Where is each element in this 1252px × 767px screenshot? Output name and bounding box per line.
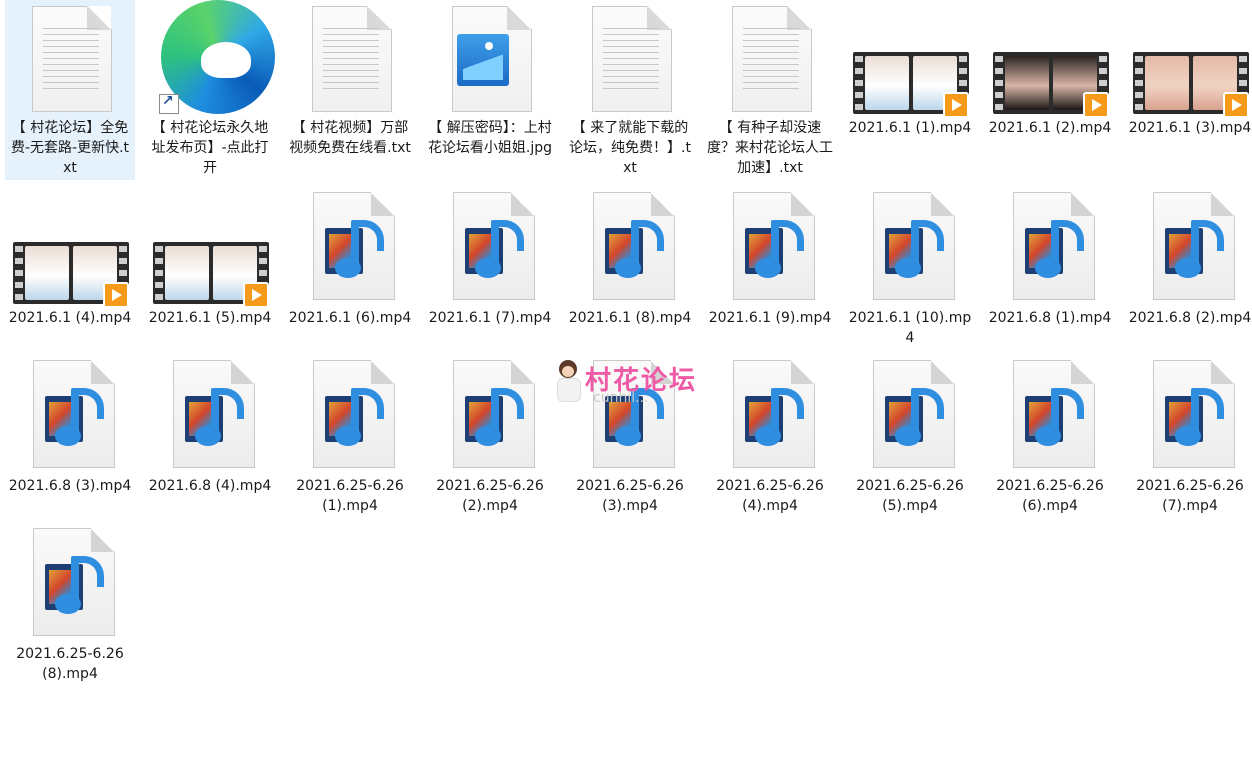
file-name-label: 2021.6.25-6.26 (6).mp4 <box>996 478 1104 514</box>
media-file-icon <box>5 526 135 636</box>
file-item[interactable]: 【 来了就能下载的论坛，纯免费！】.txt <box>565 0 695 180</box>
file-item[interactable]: 2021.6.25-6.26 (6).mp4 <box>985 358 1115 538</box>
text-file-icon <box>565 0 695 112</box>
file-item[interactable]: 2021.6.1 (8).mp4 <box>565 190 695 370</box>
file-item[interactable]: 2021.6.25-6.26 (4).mp4 <box>705 358 835 538</box>
watermark-mascot-icon <box>553 360 583 408</box>
file-name-label: 2021.6.1 (6).mp4 <box>288 310 412 326</box>
media-file-icon <box>705 358 835 468</box>
file-name-label: 【 村花论坛永久地址发布页】-点此打开 <box>151 120 269 176</box>
file-item[interactable]: 2021.6.8 (4).mp4 <box>145 358 275 538</box>
file-name-label: 【 村花论坛】全免费-无套路-更新快.txt <box>10 120 130 176</box>
watermark-url: cunhil... <box>593 390 649 406</box>
media-file-icon <box>985 358 1115 468</box>
media-file-icon <box>1125 358 1252 468</box>
file-item[interactable]: 2021.6.1 (4).mp4 <box>5 190 135 370</box>
file-item[interactable]: 2021.6.1 (9).mp4 <box>705 190 835 370</box>
file-name-label: 2021.6.1 (5).mp4 <box>148 310 272 326</box>
file-item[interactable]: 2021.6.1 (1).mp4 <box>845 0 975 180</box>
video-thumbnail-icon <box>845 0 975 118</box>
video-thumbnail-icon <box>1125 0 1252 118</box>
text-file-icon <box>705 0 835 112</box>
file-name-label: 【 有种子却没速度？来村花论坛人工加速】.txt <box>707 120 833 176</box>
file-name-label: 2021.6.25-6.26 (4).mp4 <box>716 478 824 514</box>
file-name-label: 2021.6.1 (4).mp4 <box>8 310 132 326</box>
file-name-label: 2021.6.25-6.26 (1).mp4 <box>296 478 404 514</box>
file-item[interactable]: 2021.6.25-6.26 (8).mp4 <box>5 526 135 706</box>
file-name-label: 2021.6.1 (9).mp4 <box>708 310 832 326</box>
file-name-label: 2021.6.8 (4).mp4 <box>148 478 272 494</box>
media-file-icon <box>565 190 695 300</box>
file-item[interactable]: 2021.6.25-6.26 (7).mp4 <box>1125 358 1252 538</box>
file-name-label: 2021.6.25-6.26 (5).mp4 <box>856 478 964 514</box>
watermark: 村花论坛 cunhil... <box>553 360 723 410</box>
file-name-label: 2021.6.25-6.26 (3).mp4 <box>576 478 684 514</box>
file-name-label: 2021.6.25-6.26 (2).mp4 <box>436 478 544 514</box>
media-file-icon <box>285 358 415 468</box>
file-item[interactable]: 2021.6.8 (3).mp4 <box>5 358 135 538</box>
file-name-label: 2021.6.1 (2).mp4 <box>988 120 1112 136</box>
file-name-label: 2021.6.8 (2).mp4 <box>1128 310 1252 326</box>
file-item[interactable]: 【 村花视频】万部视频免费在线看.txt <box>285 0 415 180</box>
media-file-icon <box>145 358 275 468</box>
file-name-label: 2021.6.25-6.26 (8).mp4 <box>16 646 124 682</box>
file-item[interactable]: 【 村花论坛】全免费-无套路-更新快.txt <box>5 0 135 180</box>
file-name-label: 2021.6.1 (10).mp4 <box>848 310 972 346</box>
file-item[interactable]: 2021.6.8 (2).mp4 <box>1125 190 1252 370</box>
file-name-label: 【 来了就能下载的论坛，纯免费！】.txt <box>569 120 691 176</box>
text-file-icon <box>5 0 135 112</box>
video-thumbnail-icon <box>985 0 1115 118</box>
video-thumbnail-icon <box>5 190 135 308</box>
image-file-icon <box>425 0 555 112</box>
file-name-label: 2021.6.8 (1).mp4 <box>988 310 1112 326</box>
file-name-label: 2021.6.1 (7).mp4 <box>428 310 552 326</box>
file-name-label: 【 解压密码】：上村花论坛看小姐姐.jpg <box>427 120 553 156</box>
file-name-label: 2021.6.1 (3).mp4 <box>1128 120 1252 136</box>
file-item[interactable]: 2021.6.1 (7).mp4 <box>425 190 555 370</box>
file-item[interactable]: 【 有种子却没速度？来村花论坛人工加速】.txt <box>705 0 835 180</box>
file-name-label: 2021.6.8 (3).mp4 <box>8 478 132 494</box>
text-file-icon <box>285 0 415 112</box>
file-item[interactable]: 2021.6.1 (10).mp4 <box>845 190 975 370</box>
media-file-icon <box>425 358 555 468</box>
media-file-icon <box>985 190 1115 300</box>
media-file-icon <box>5 358 135 468</box>
media-file-icon <box>425 190 555 300</box>
edge-browser-icon <box>145 0 275 114</box>
file-item[interactable]: 2021.6.25-6.26 (1).mp4 <box>285 358 415 538</box>
media-file-icon <box>705 190 835 300</box>
file-item[interactable]: 2021.6.1 (5).mp4 <box>145 190 275 370</box>
file-item[interactable]: 2021.6.25-6.26 (2).mp4 <box>425 358 555 538</box>
file-item[interactable]: 2021.6.1 (3).mp4 <box>1125 0 1252 180</box>
file-name-label: 【 村花视频】万部视频免费在线看.txt <box>289 120 411 156</box>
video-thumbnail-icon <box>145 190 275 308</box>
file-name-label: 2021.6.1 (1).mp4 <box>848 120 972 136</box>
file-name-label: 2021.6.25-6.26 (7).mp4 <box>1136 478 1244 514</box>
file-item[interactable]: 2021.6.8 (1).mp4 <box>985 190 1115 370</box>
media-file-icon <box>845 358 975 468</box>
media-file-icon <box>1125 190 1252 300</box>
media-file-icon <box>845 190 975 300</box>
file-item[interactable]: 【 村花论坛永久地址发布页】-点此打开 <box>145 0 275 180</box>
media-file-icon <box>285 190 415 300</box>
file-item[interactable]: 2021.6.1 (2).mp4 <box>985 0 1115 180</box>
file-item[interactable]: 【 解压密码】：上村花论坛看小姐姐.jpg <box>425 0 555 180</box>
file-item[interactable]: 2021.6.25-6.26 (5).mp4 <box>845 358 975 538</box>
file-item[interactable]: 2021.6.1 (6).mp4 <box>285 190 415 370</box>
file-name-label: 2021.6.1 (8).mp4 <box>568 310 692 326</box>
